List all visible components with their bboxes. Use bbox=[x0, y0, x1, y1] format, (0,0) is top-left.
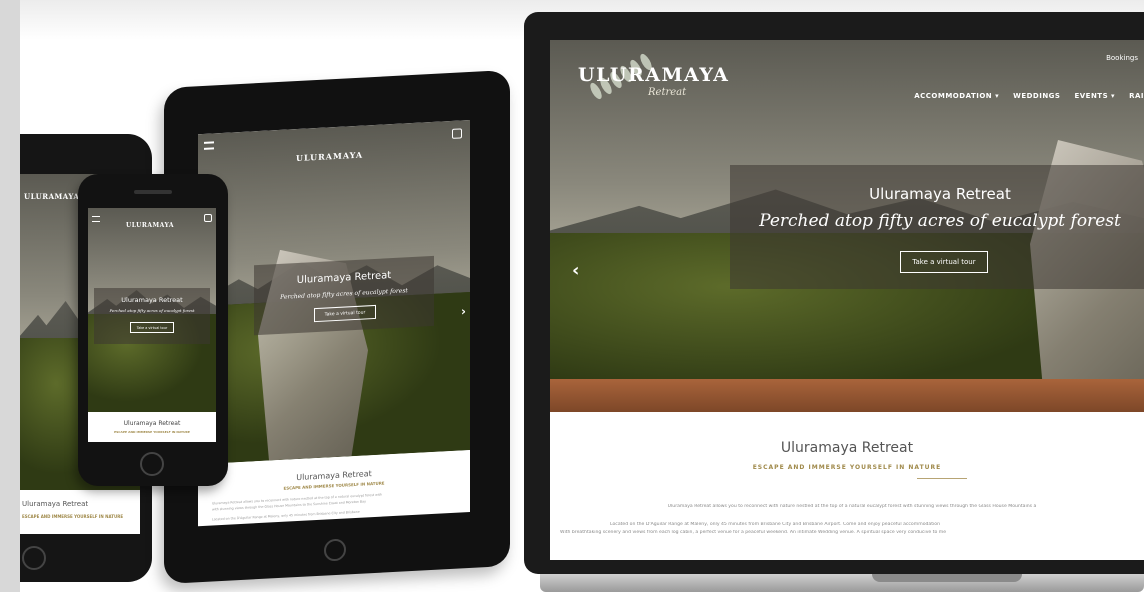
back-phone-logo: ULURAMAYA bbox=[24, 192, 80, 201]
phone-section-title: Uluramaya Retreat bbox=[123, 420, 181, 427]
laptop-base bbox=[540, 574, 1144, 592]
nav-more[interactable]: RAI bbox=[1129, 92, 1144, 100]
section-divider bbox=[917, 478, 967, 479]
laptop-hero-title: Uluramaya Retreat bbox=[869, 185, 1011, 203]
phone-home-button bbox=[140, 452, 164, 476]
phone-hero-caption: Uluramaya Retreat Perched atop fifty acr… bbox=[94, 288, 210, 344]
nav-weddings[interactable]: WEDDINGS bbox=[1013, 92, 1060, 100]
bookings-link[interactable]: Bookings bbox=[1106, 54, 1138, 62]
tablet-hero-title: Uluramaya Retreat bbox=[296, 270, 392, 287]
laptop-hinge-notch bbox=[872, 574, 1022, 582]
tablet-virtual-tour-button[interactable]: Take a virtual tour bbox=[314, 304, 376, 323]
laptop-intro-section: Uluramaya Retreat ESCAPE AND IMMERSE YOU… bbox=[550, 412, 1144, 560]
left-edge-strip bbox=[0, 0, 20, 592]
phone-device: ULURAMAYA Uluramaya Retreat Perched atop… bbox=[78, 174, 228, 486]
laptop-section-title: Uluramaya Retreat bbox=[780, 440, 914, 456]
phone-virtual-tour-button[interactable]: Take a virtual tour bbox=[130, 322, 174, 333]
laptop-hero-caption: Uluramaya Retreat Perched atop fifty acr… bbox=[730, 165, 1144, 289]
back-phone-home-button bbox=[22, 546, 46, 570]
phone-icon[interactable] bbox=[452, 128, 462, 139]
nav-accommodation[interactable]: ACCOMMODATION ▾ bbox=[914, 92, 999, 100]
laptop-paragraph: Uluramaya Retreat allows you to reconnec… bbox=[667, 504, 1037, 509]
laptop-logo[interactable]: ULURAMAYA bbox=[578, 64, 729, 86]
menu-icon[interactable] bbox=[204, 141, 214, 150]
phone-section-subtitle: ESCAPE AND IMMERSE YOURSELF IN NATURE bbox=[114, 430, 190, 434]
nav-events[interactable]: EVENTS ▾ bbox=[1074, 92, 1115, 100]
laptop-logo-subtitle: Retreat bbox=[648, 87, 687, 98]
phone-speaker bbox=[134, 190, 172, 194]
phone-hero-title: Uluramaya Retreat bbox=[121, 296, 183, 304]
phone-hero-tagline: Perched atop fifty acres of eucalypt for… bbox=[109, 308, 195, 313]
laptop-section-subtitle: ESCAPE AND IMMERSE YOURSELF IN NATURE bbox=[752, 464, 942, 471]
menu-icon[interactable] bbox=[92, 216, 100, 222]
next-arrow-icon[interactable]: › bbox=[461, 304, 466, 318]
phone-logo[interactable]: ULURAMAYA bbox=[126, 222, 174, 229]
tablet-hero-tagline: Perched atop fifty acres of eucalypt for… bbox=[280, 287, 408, 301]
back-phone-section-subtitle: ESCAPE AND IMMERSE YOURSELF IN NATURE bbox=[22, 514, 124, 519]
laptop-paragraph: With breathtaking scenery and views from… bbox=[560, 530, 947, 535]
tablet-screen: ULURAMAYA Uluramaya Retreat Perched atop… bbox=[198, 119, 470, 527]
prev-arrow-icon[interactable]: ‹ bbox=[572, 260, 579, 281]
tablet-hero-caption: Uluramaya Retreat Perched atop fifty acr… bbox=[254, 255, 434, 336]
phone-screen: ULURAMAYA Uluramaya Retreat Perched atop… bbox=[88, 208, 216, 442]
tablet-home-button bbox=[324, 538, 346, 562]
main-nav: ACCOMMODATION ▾ WEDDINGS EVENTS ▾ RAI bbox=[914, 92, 1144, 100]
laptop-virtual-tour-button[interactable]: Take a virtual tour bbox=[900, 251, 988, 273]
back-phone-section-title: Uluramaya Retreat bbox=[22, 500, 89, 508]
laptop-hero-tagline: Perched atop fifty acres of eucalypt for… bbox=[759, 211, 1121, 231]
laptop-paragraph: Located on the D'Aguilar Range at Maleny… bbox=[610, 522, 941, 527]
phone-icon[interactable] bbox=[204, 214, 212, 222]
laptop-screen: ULURAMAYA Retreat Bookings ACCOMMODATION… bbox=[550, 40, 1144, 560]
